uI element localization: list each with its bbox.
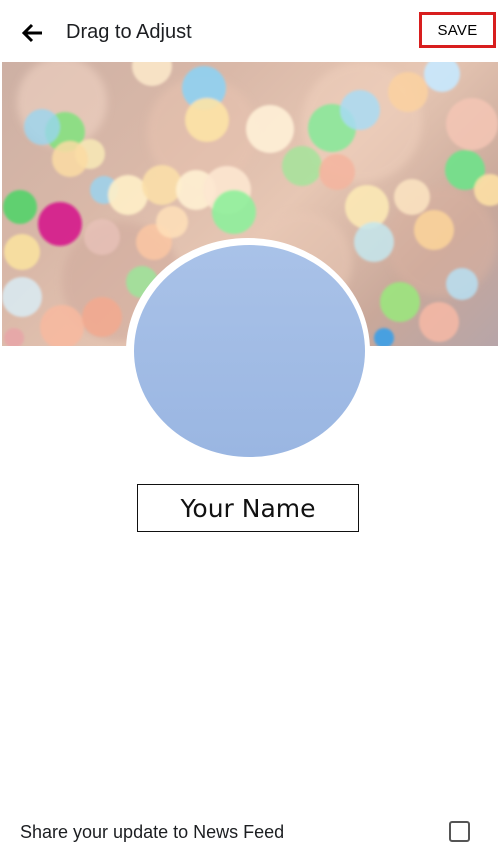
back-button[interactable] bbox=[16, 16, 50, 50]
profile-picture[interactable] bbox=[134, 245, 365, 457]
profile-name: Your Name bbox=[137, 484, 359, 532]
page-title: Drag to Adjust bbox=[66, 21, 192, 43]
top-app-bar: Drag to Adjust SAVE bbox=[0, 0, 500, 62]
arrow-left-icon bbox=[21, 23, 42, 43]
share-to-news-feed-checkbox[interactable] bbox=[449, 821, 470, 842]
save-button[interactable]: SAVE bbox=[419, 12, 496, 48]
share-to-news-feed-label: Share your update to News Feed bbox=[20, 822, 285, 842]
